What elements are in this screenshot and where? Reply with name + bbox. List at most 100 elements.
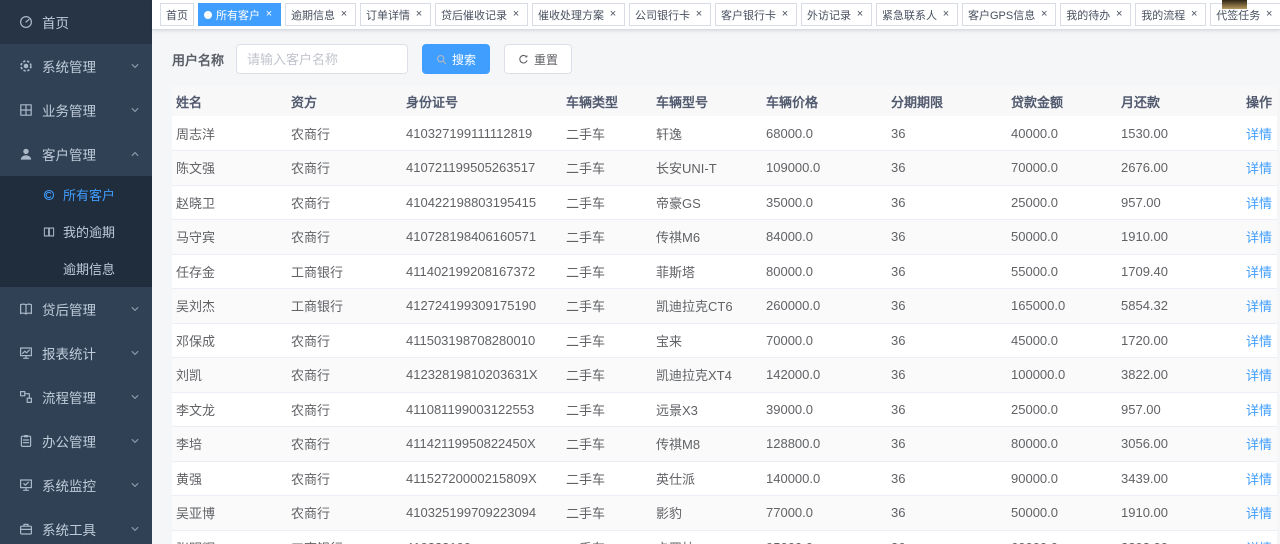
tab-6[interactable]: 公司银行卡× — [629, 3, 711, 26]
tab-3[interactable]: 订单详情× — [360, 3, 431, 26]
close-icon[interactable]: × — [940, 9, 952, 21]
detail-link[interactable]: 详情 — [1246, 196, 1272, 211]
sidebar-item-4[interactable]: 贷后管理 — [0, 287, 152, 331]
tab-1[interactable]: 所有客户× — [198, 3, 281, 26]
action-cell: 详情 — [1242, 116, 1277, 151]
detail-link[interactable]: 详情 — [1246, 299, 1272, 314]
table-cell: 菲斯塔 — [652, 254, 762, 289]
close-icon[interactable]: × — [1263, 9, 1275, 21]
tab-5[interactable]: 催收处理方案× — [532, 3, 625, 26]
tab-label: 紧急联系人 — [882, 7, 937, 23]
table-cell: 二手车 — [562, 427, 652, 462]
table-row: 马守宾农商行410728198406160571二手车传祺M684000.036… — [172, 220, 1277, 255]
book-icon — [42, 225, 55, 238]
active-tab-dot — [204, 11, 212, 19]
table-cell: 36 — [887, 185, 1007, 220]
table-cell: 1720.00 — [1117, 323, 1242, 358]
table-cell: 25000.0 — [1007, 392, 1117, 427]
tab-9[interactable]: 紧急联系人× — [876, 3, 958, 26]
table-cell: 农商行 — [287, 151, 402, 186]
main-area: 首页所有客户×逾期信息×订单详情×贷后催收记录×催收处理方案×公司银行卡×客户银… — [152, 0, 1280, 544]
close-icon[interactable]: × — [338, 9, 350, 21]
close-icon[interactable]: × — [263, 9, 275, 21]
sidebar-item-9[interactable]: 系统工具 — [0, 507, 152, 544]
close-icon[interactable]: × — [854, 9, 866, 21]
action-cell: 详情 — [1242, 323, 1277, 358]
column-header: 车辆型号 — [652, 86, 762, 116]
tab-0[interactable]: 首页 — [160, 3, 194, 26]
submenu-item-0[interactable]: 所有客户 — [0, 176, 152, 213]
table-cell: 农商行 — [287, 220, 402, 255]
detail-link[interactable]: 详情 — [1246, 127, 1272, 142]
sidebar-item-8[interactable]: 系统监控 — [0, 463, 152, 507]
close-icon[interactable]: × — [693, 9, 705, 21]
sidebar-item-3[interactable]: 客户管理 — [0, 132, 152, 176]
table-cell: 吴亚博 — [172, 496, 287, 531]
table-cell: 二手车 — [562, 220, 652, 255]
sidebar-item-label: 报表统计 — [42, 343, 96, 363]
sidebar-item-0[interactable]: 首页 — [0, 0, 152, 44]
table-cell: 农商行 — [287, 323, 402, 358]
detail-link[interactable]: 详情 — [1246, 472, 1272, 487]
table-cell: 36 — [887, 323, 1007, 358]
detail-link[interactable]: 详情 — [1246, 161, 1272, 176]
chevron-down-icon — [130, 348, 140, 358]
search-form: 用户名称 搜索 重置 — [172, 44, 1280, 74]
detail-link[interactable]: 详情 — [1246, 230, 1272, 245]
detail-link[interactable]: 详情 — [1246, 506, 1272, 521]
close-icon[interactable]: × — [510, 9, 522, 21]
sidebar-item-7[interactable]: 办公管理 — [0, 419, 152, 463]
tab-12[interactable]: 我的流程× — [1135, 3, 1206, 26]
search-button[interactable]: 搜索 — [422, 44, 490, 74]
table-cell: 36 — [887, 151, 1007, 186]
close-icon[interactable]: × — [413, 9, 425, 21]
table-cell: 142000.0 — [762, 358, 887, 393]
detail-link[interactable]: 详情 — [1246, 403, 1272, 418]
monitor-check-icon — [18, 478, 33, 493]
customer-name-input[interactable] — [236, 44, 408, 74]
detail-link[interactable]: 详情 — [1246, 368, 1272, 383]
customer-submenu: 所有客户我的逾期逾期信息 — [0, 176, 152, 287]
tab-7[interactable]: 客户银行卡× — [715, 3, 797, 26]
action-cell: 详情 — [1242, 185, 1277, 220]
detail-link[interactable]: 详情 — [1246, 265, 1272, 280]
close-icon[interactable]: × — [779, 9, 791, 21]
close-icon[interactable]: × — [1038, 9, 1050, 21]
submenu-item-2[interactable]: 逾期信息 — [0, 250, 152, 287]
table-row: 陈文强农商行410721199505263517二手车长安UNI-T109000… — [172, 151, 1277, 186]
table-cell: 35000.0 — [762, 185, 887, 220]
sidebar-item-6[interactable]: 流程管理 — [0, 375, 152, 419]
detail-link[interactable]: 详情 — [1246, 334, 1272, 349]
tab-label: 贷后催收记录 — [441, 7, 507, 23]
tab-10[interactable]: 客户GPS信息× — [962, 3, 1056, 26]
tab-4[interactable]: 贷后催收记录× — [435, 3, 528, 26]
submenu-item-1[interactable]: 我的逾期 — [0, 213, 152, 250]
table-cell: 二手车 — [562, 358, 652, 393]
table-cell: 36 — [887, 116, 1007, 151]
sidebar-item-label: 贷后管理 — [42, 299, 96, 319]
detail-link[interactable]: 详情 — [1246, 437, 1272, 452]
table-cell: 1709.40 — [1117, 254, 1242, 289]
sidebar-item-5[interactable]: 报表统计 — [0, 331, 152, 375]
sidebar-item-2[interactable]: 业务管理 — [0, 88, 152, 132]
table-cell: 140000.0 — [762, 461, 887, 496]
sidebar-item-label: 业务管理 — [42, 100, 96, 120]
sidebar-item-1[interactable]: 系统管理 — [0, 44, 152, 88]
customers-table: 姓名资方身份证号车辆类型车辆型号车辆价格分期期限贷款金额月还款操作 周志洋农商行… — [172, 86, 1277, 544]
tab-11[interactable]: 我的待办× — [1060, 3, 1131, 26]
table-cell: 165000.0 — [1007, 289, 1117, 324]
column-header: 车辆类型 — [562, 86, 652, 116]
table-cell: 36 — [887, 254, 1007, 289]
submenu-item-label: 所有客户 — [63, 185, 115, 204]
table-cell: 1910.00 — [1117, 220, 1242, 255]
close-icon[interactable]: × — [1188, 9, 1200, 21]
table-cell: 凯迪拉克CT6 — [652, 289, 762, 324]
close-icon[interactable]: × — [607, 9, 619, 21]
tab-2[interactable]: 逾期信息× — [285, 3, 356, 26]
table-cell: 二手车 — [562, 496, 652, 531]
table-header-row: 姓名资方身份证号车辆类型车辆型号车辆价格分期期限贷款金额月还款操作 — [172, 86, 1277, 116]
close-icon[interactable]: × — [1113, 9, 1125, 21]
sidebar-item-label: 系统管理 — [42, 56, 96, 76]
reset-button[interactable]: 重置 — [504, 44, 572, 74]
tab-8[interactable]: 外访记录× — [801, 3, 872, 26]
